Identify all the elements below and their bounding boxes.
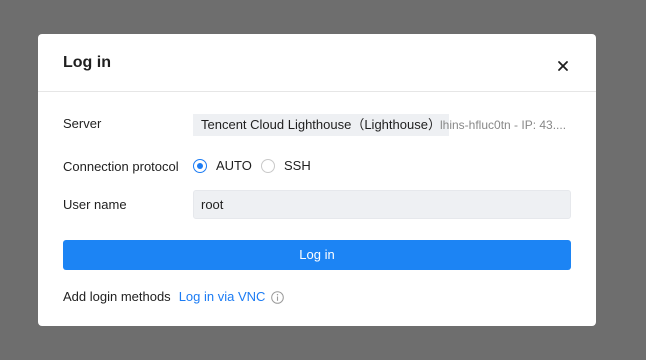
username-label: User name [63,197,127,212]
server-instance-info: lhins-hfluc0tn - IP: 43.... [440,118,567,132]
add-methods-label: Add login methods [63,289,171,304]
add-login-methods: Add login methods Log in via VNC [63,289,285,305]
close-icon[interactable] [556,59,570,73]
protocol-label: Connection protocol [63,159,179,174]
protocol-option-ssh[interactable]: SSH [261,158,311,174]
protocol-option-label: SSH [284,158,311,173]
login-button[interactable]: Log in [63,240,571,270]
dialog-header: Log in [38,34,596,92]
server-name: Tencent Cloud Lighthouse（Lighthouse） [193,114,449,136]
protocol-option-label: AUTO [216,158,252,173]
username-input[interactable] [193,190,571,219]
dialog-title: Log in [63,54,111,71]
info-icon[interactable] [271,290,285,304]
server-label: Server [63,116,102,131]
radio-unchecked-icon [261,159,275,173]
login-dialog: Log in Server Tencent Cloud Lighthouse（L… [38,34,596,326]
vnc-login-link[interactable]: Log in via VNC [179,289,266,305]
protocol-option-auto[interactable]: AUTO [193,158,252,174]
radio-checked-icon [193,159,207,173]
